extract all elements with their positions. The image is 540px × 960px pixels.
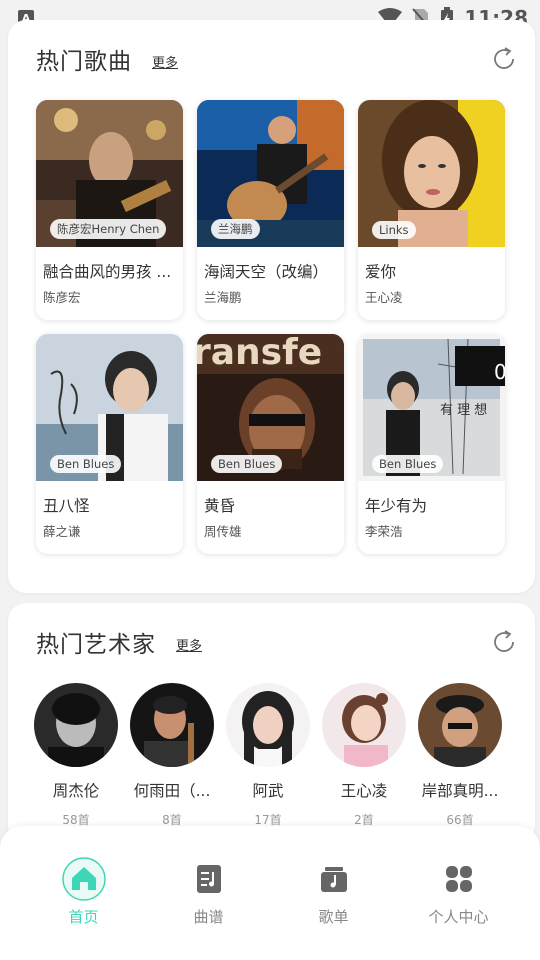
section-title: 热门歌曲: [36, 49, 132, 75]
artist-item[interactable]: 何雨田（... 8首: [124, 683, 220, 828]
nav-label: 个人中心: [428, 908, 489, 926]
nav-label: 首页: [68, 908, 99, 926]
album-cover: Links: [358, 100, 505, 247]
song-artist: 王心凌: [365, 290, 403, 305]
artist-avatar: [322, 683, 406, 767]
song-title: 黄昏: [204, 497, 236, 515]
artist-name: 岸部真明...: [421, 782, 499, 800]
cover-tag: 兰海鹏: [211, 219, 260, 239]
artist-avatar: [130, 683, 214, 767]
album-cover: 陈彦宏Henry Chen: [36, 100, 183, 247]
cover-tag: Ben Blues: [50, 455, 122, 473]
album-cover: ransfe Ben Blues: [197, 334, 344, 481]
song-artist: 兰海鹏: [204, 290, 242, 305]
cover-tag: Links: [372, 221, 416, 239]
song-artist: 陈彦宏: [43, 290, 81, 305]
artist-avatar: [418, 683, 502, 767]
album-cover: Ben Blues: [36, 334, 183, 481]
nav-item-home[interactable]: 首页: [21, 856, 146, 927]
song-title: 融合曲风的男孩 ...: [43, 263, 172, 281]
bottom-navigation: 首页 曲谱 歌单 个人中心: [0, 826, 540, 960]
artist-avatar: [34, 683, 118, 767]
artist-item[interactable]: 阿武 17首: [220, 683, 316, 828]
nav-label: 曲谱: [193, 908, 224, 926]
artist-list: 周杰伦 58首 何雨田（... 8首 阿武 17首 王心凌 2首 岸部真明...…: [28, 683, 528, 833]
cover-tag: 陈彦宏Henry Chen: [50, 219, 167, 239]
profile-icon: [436, 856, 482, 902]
song-artist: 周传雄: [204, 524, 242, 539]
song-title: 爱你: [365, 263, 397, 281]
refresh-icon[interactable]: [491, 46, 517, 72]
song-artist: 李荣浩: [365, 524, 403, 539]
cover-tag: Ben Blues: [372, 455, 444, 473]
artist-avatar: [226, 683, 310, 767]
nav-label: 歌单: [318, 908, 349, 926]
section-title: 热门艺术家: [36, 632, 156, 658]
refresh-icon[interactable]: [491, 629, 517, 655]
sheet-music-icon: [186, 856, 232, 902]
artist-name: 周杰伦: [52, 782, 100, 800]
song-card[interactable]: ransfe Ben Blues 黄昏 周传雄: [197, 334, 344, 554]
song-title: 丑八怪: [43, 497, 90, 515]
song-card[interactable]: Ben Blues 丑八怪 薛之谦: [36, 334, 183, 554]
artist-name: 阿武: [252, 782, 284, 800]
artist-item[interactable]: 岸部真明... 66首: [412, 683, 508, 828]
artist-item[interactable]: 王心凌 2首: [316, 683, 412, 828]
nav-item-profile[interactable]: 个人中心: [396, 856, 521, 927]
song-card[interactable]: 兰海鹏 海阔天空（改编） 兰海鹏: [197, 100, 344, 320]
hot-songs-section: 热门歌曲 更多 陈彦宏Henry Chen 融合曲风的男孩 ... 陈彦宏 兰海…: [8, 20, 535, 593]
more-link[interactable]: 更多: [152, 52, 178, 71]
hot-artists-section: 热门艺术家 更多 周杰伦 58首 何雨田（... 8首 阿武 17首 王心凌 2…: [8, 603, 535, 843]
song-card[interactable]: 03 有 理 想 Ben Blues 年少有为 李荣浩: [358, 334, 505, 554]
song-title: 年少有为: [365, 497, 428, 515]
artist-name: 何雨田（...: [133, 782, 211, 800]
album-cover: 兰海鹏: [197, 100, 344, 247]
cover-text: 有 理 想: [440, 402, 487, 418]
song-card[interactable]: 陈彦宏Henry Chen 融合曲风的男孩 ... 陈彦宏: [36, 100, 183, 320]
song-card[interactable]: Links 爱你 王心凌: [358, 100, 505, 320]
nav-item-sheet-music[interactable]: 曲谱: [146, 856, 271, 927]
artist-item[interactable]: 周杰伦 58首: [28, 683, 124, 828]
more-link[interactable]: 更多: [176, 635, 202, 654]
playlist-icon: [311, 856, 357, 902]
cover-tag: Ben Blues: [211, 455, 283, 473]
song-artist: 薛之谦: [43, 524, 81, 539]
cover-text: ransfe: [197, 334, 322, 373]
album-cover: 03 有 理 想 Ben Blues: [358, 334, 505, 481]
artist-name: 王心凌: [340, 782, 388, 800]
nav-item-playlist[interactable]: 歌单: [271, 856, 396, 927]
home-icon: [61, 856, 107, 902]
song-title: 海阔天空（改编）: [204, 263, 329, 281]
cover-text: 03: [494, 360, 505, 384]
